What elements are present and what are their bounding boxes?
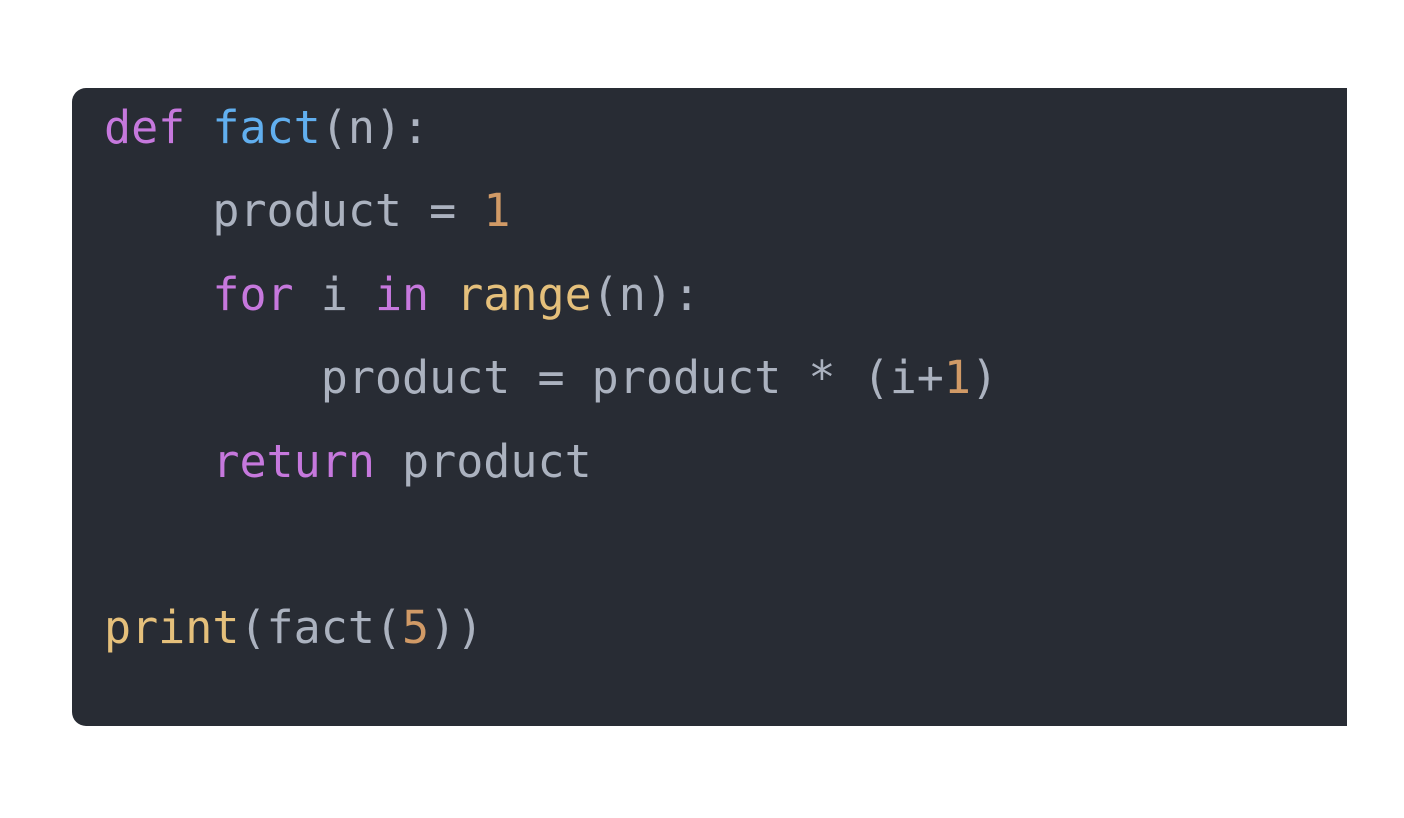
code-token: (fact( — [239, 601, 403, 654]
code-token: 5 — [402, 601, 430, 654]
code-block[interactable]: def fact(n): product = 1 for i in range(… — [72, 88, 1347, 726]
code-token: product = product * (i+ — [320, 351, 944, 404]
code-token: 1 — [483, 184, 511, 237]
code-token: 1 — [943, 351, 971, 404]
code-line-1: def fact(n): — [104, 98, 429, 158]
code-token: product — [374, 435, 592, 488]
code-line-2: product = 1 — [104, 181, 510, 241]
code-token: product = — [212, 184, 484, 237]
code-line-3: for i in range(n): — [104, 265, 700, 325]
code-line-7: print(fact(5)) — [104, 598, 483, 658]
page-canvas: def fact(n): product = 1 for i in range(… — [0, 0, 1404, 818]
code-token: fact — [212, 101, 321, 154]
code-token: ) — [970, 351, 999, 404]
code-token: for — [212, 268, 294, 321]
code-line-4: product = product * (i+1) — [104, 348, 998, 408]
code-token: return — [212, 435, 375, 488]
code-token: )) — [429, 601, 484, 654]
code-token: in — [374, 268, 430, 321]
code-token: (n): — [320, 101, 430, 154]
code-token: range — [456, 268, 592, 321]
code-token: print — [104, 601, 240, 654]
code-line-5: return product — [104, 432, 592, 492]
code-token: (n): — [591, 268, 701, 321]
code-token: def — [104, 101, 186, 154]
code-token: i — [293, 268, 375, 321]
